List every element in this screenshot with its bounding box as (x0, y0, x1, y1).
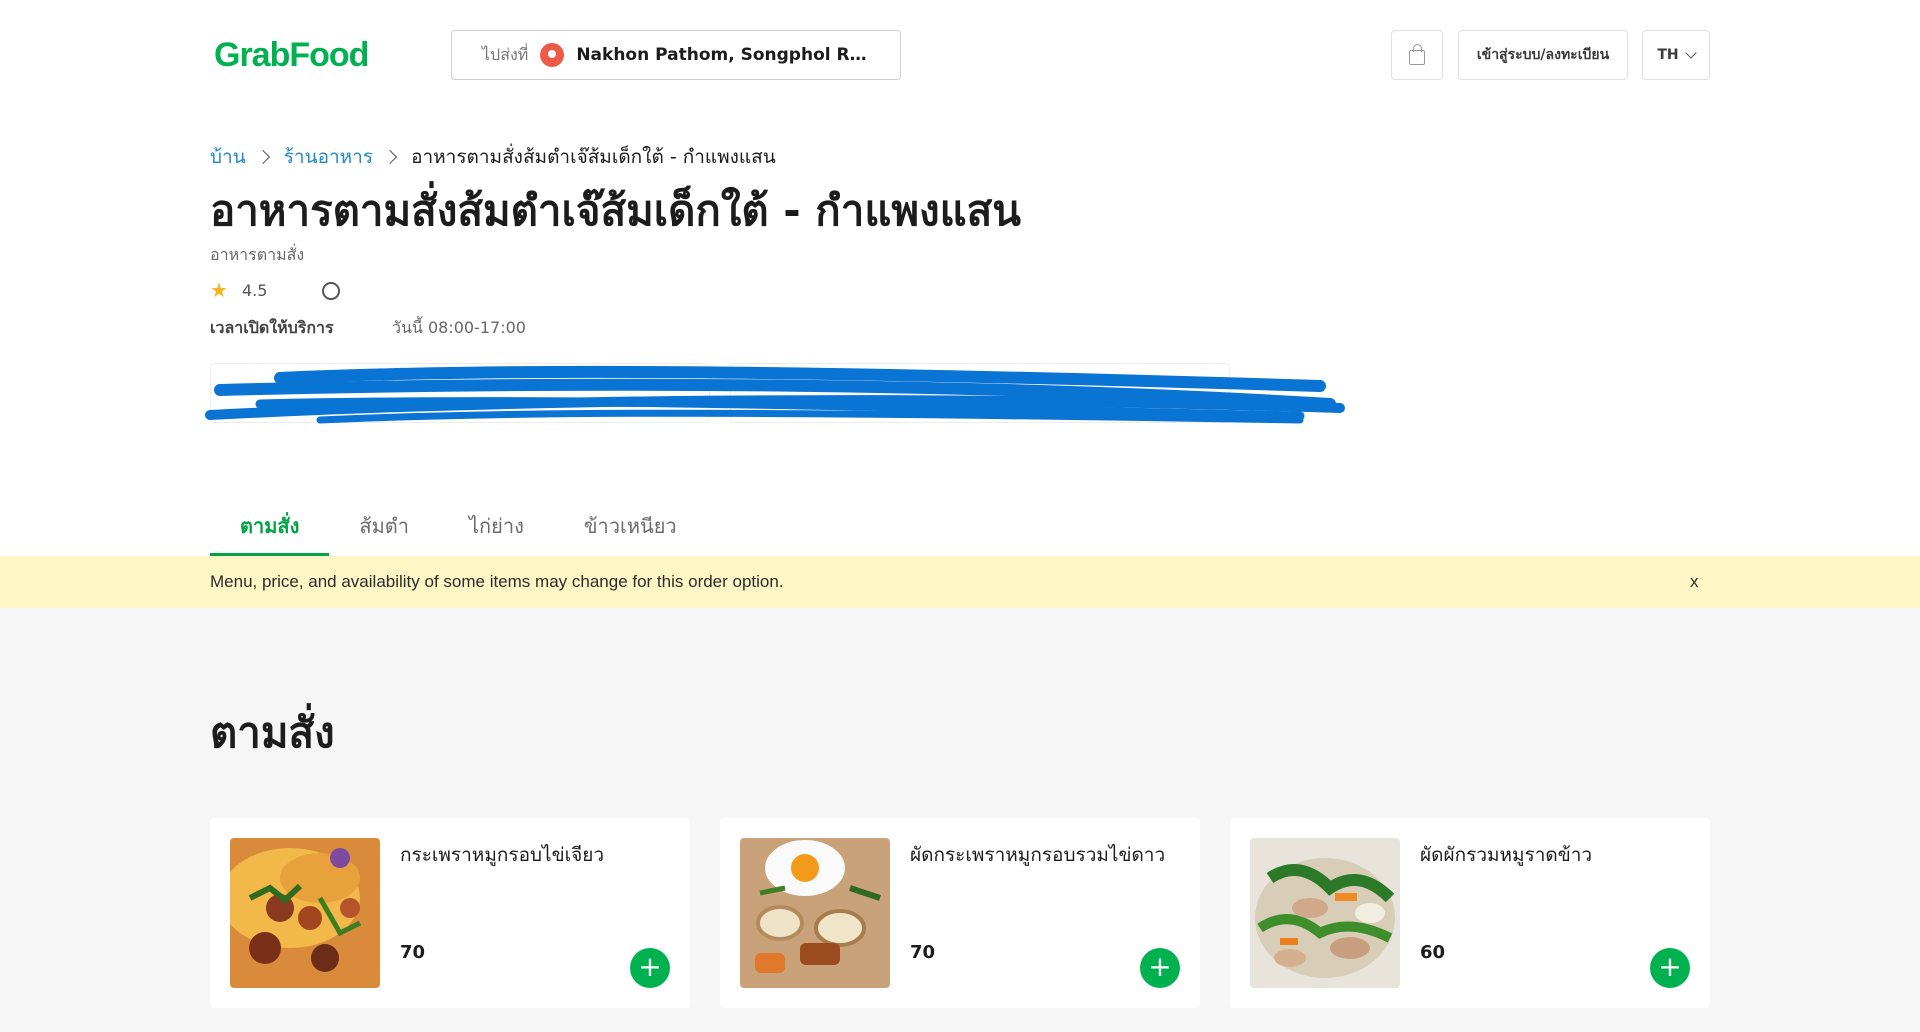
menu-item-name: ผัดผักรวมหมูราดข้าว (1420, 844, 1593, 866)
menu-item-price: 70 (400, 942, 426, 963)
tab-kaiyang[interactable]: ไก่ย่าง (439, 500, 554, 556)
rating-value: 4.5 (241, 280, 268, 300)
breadcrumb: บ้าน ร้านอาหาร อาหารตามสั่งส้มตำเจ๊ส้มเด… (210, 142, 776, 172)
menu-item-name: ผัดกระเพราหมูกรอบรวมไข่ดาว (910, 844, 1166, 866)
menu-item-card[interactable]: ผัดกระเพราหมูกรอบรวมไข่ดาว 70 + (720, 818, 1200, 1008)
star-icon: ★ (210, 278, 228, 302)
delivery-address-value: Nakhon Pathom, Songphol Rd, K... (576, 45, 877, 65)
plus-icon[interactable]: + (630, 948, 670, 988)
tab-khaoniao[interactable]: ข้าวเหนียว (554, 500, 707, 556)
menu-item-card[interactable]: ผัดผักรวมหมูราดข้าว 60 + (1230, 818, 1710, 1008)
restaurant-cuisine: อาหารตามสั่ง (210, 245, 305, 264)
notice-close-button[interactable]: x (1690, 572, 1699, 592)
menu-item-price: 70 (910, 942, 936, 963)
delivery-address-selector[interactable]: ไปส่งที่ Nakhon Pathom, Songphol Rd, K..… (451, 30, 901, 80)
breadcrumb-restaurants-link[interactable]: ร้านอาหาร (284, 142, 373, 172)
plus-icon[interactable]: + (1650, 948, 1690, 988)
tab-somtam[interactable]: ส้มตำ (329, 500, 439, 556)
opening-hours-value: วันนี้ 08:00-17:00 (392, 318, 526, 337)
menu-item-price: 60 (1420, 942, 1446, 963)
menu-item-card[interactable]: กระเพราหมูกรอบไข่เจียว 70 + (210, 818, 690, 1008)
menu-section-title: ตามสั่ง (210, 708, 335, 757)
cart-button[interactable] (1391, 30, 1443, 80)
plus-icon[interactable]: + (1140, 948, 1180, 988)
category-tabs: ตามสั่ง ส้มตำ ไก่ย่าง ข้าวเหนียว (210, 500, 707, 556)
redaction-scribble (205, 365, 1345, 424)
breadcrumb-home-link[interactable]: บ้าน (210, 142, 246, 172)
chevron-right-icon (382, 149, 398, 165)
menu-item-name: กระเพราหมูกรอบไข่เจียว (400, 844, 605, 866)
location-pin-icon (540, 43, 565, 67)
top-header: GrabFood ไปส่งที่ Nakhon Pathom, Songpho… (0, 0, 1920, 110)
opening-hours-label: เวลาเปิดให้บริการ (210, 318, 334, 337)
chevron-down-icon (1684, 47, 1697, 59)
deliver-to-label: ไปส่งที่ (482, 44, 529, 64)
menu-item-image[interactable] (1250, 838, 1400, 988)
restaurant-title: อาหารตามสั่งส้มตำเจ๊ส้มเด็กใต้ - กำแพงแส… (210, 186, 1022, 235)
menu-change-notice: Menu, price, and availability of some it… (0, 556, 1920, 608)
rating-row: ★ 4.5 (210, 278, 267, 302)
menu-item-image[interactable] (740, 838, 890, 988)
opening-hours: เวลาเปิดให้บริการ วันนี้ 08:00-17:00 (210, 316, 526, 341)
clock-icon (322, 282, 340, 300)
language-selector[interactable]: TH (1642, 30, 1710, 80)
chevron-right-icon (255, 149, 270, 165)
grabfood-logo[interactable]: GrabFood (214, 36, 369, 75)
language-label: TH (1657, 47, 1679, 63)
notice-text: Menu, price, and availability of some it… (210, 572, 784, 591)
breadcrumb-current: อาหารตามสั่งส้มตำเจ๊ส้มเด็กใต้ - กำแพงแส… (411, 146, 776, 168)
menu-item-image[interactable] (230, 838, 380, 988)
shopping-bag-icon (1409, 43, 1425, 65)
tab-tamsang[interactable]: ตามสั่ง (210, 500, 330, 556)
login-register-button[interactable]: เข้าสู่ระบบ/ลงทะเบียน (1458, 30, 1628, 80)
